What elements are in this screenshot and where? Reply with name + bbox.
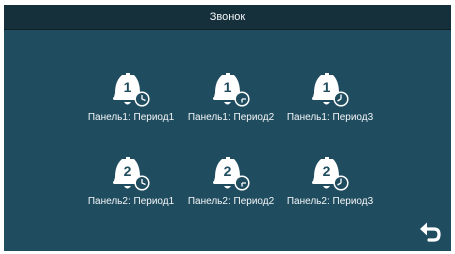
tile-label: Панель1: Период2: [187, 112, 275, 123]
svg-text:2: 2: [224, 163, 232, 179]
tile-label: Панель2: Период2: [187, 196, 275, 207]
tile-panel2-period2[interactable]: 2 Панель2: Период2: [181, 153, 281, 217]
bell-clock-icon: 1: [213, 73, 250, 107]
svg-text:2: 2: [323, 163, 331, 179]
bell-clock-icon: 1: [312, 73, 349, 107]
tile-panel1-period3[interactable]: 1 Панель1: Период3: [280, 69, 380, 133]
tile-panel1-period2[interactable]: 1 Панель1: Период2: [181, 69, 281, 133]
tile-label: Панель2: Период1: [87, 196, 175, 207]
bell-clock-icon: 2: [312, 157, 349, 191]
intercom-screen: Звонок 1 Панель1: Период1 1 Панель1: Пер…: [4, 5, 451, 251]
tile-label: Панель1: Период1: [87, 112, 175, 123]
svg-text:2: 2: [124, 163, 132, 179]
svg-text:1: 1: [224, 79, 232, 95]
tile-label: Панель1: Период3: [286, 112, 374, 123]
tile-panel1-period1[interactable]: 1 Панель1: Период1: [81, 69, 181, 133]
tile-panel2-period1[interactable]: 2 Панель2: Период1: [81, 153, 181, 217]
tile-panel2-period3[interactable]: 2 Панель2: Период3: [280, 153, 380, 217]
tile-label: Панель2: Период3: [286, 196, 374, 207]
bell-clock-icon: 2: [113, 157, 150, 191]
title-bar: Звонок: [4, 5, 451, 30]
back-button[interactable]: [417, 219, 443, 245]
svg-text:1: 1: [323, 79, 331, 95]
svg-text:1: 1: [124, 79, 132, 95]
back-arrow-icon: [420, 222, 441, 242]
bell-clock-icon: 1: [113, 73, 150, 107]
page-title: Звонок: [209, 11, 246, 23]
bell-clock-icon: 2: [213, 157, 250, 191]
